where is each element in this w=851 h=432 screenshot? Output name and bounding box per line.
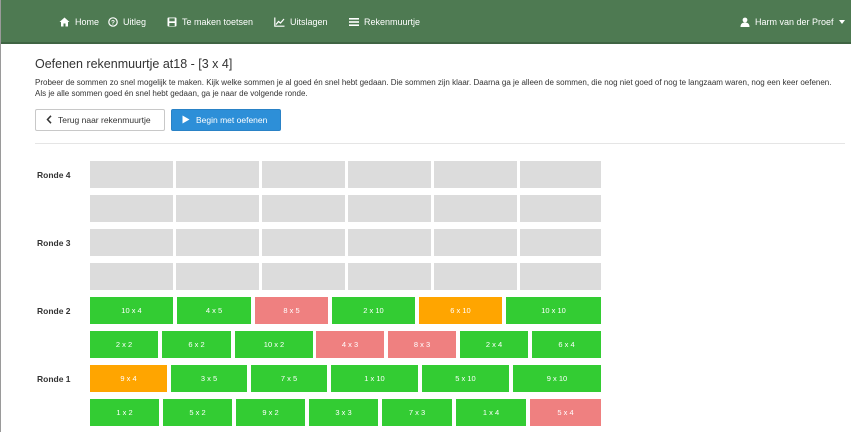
user-name: Harm van der Proef	[755, 17, 834, 27]
nav-uitleg[interactable]: ? Uitleg	[108, 13, 146, 31]
sum-cell[interactable]: 4 x 3	[316, 331, 384, 358]
sum-cell[interactable]: 9 x 2	[236, 399, 305, 426]
sum-cell[interactable]: 10 x 4	[90, 297, 173, 324]
start-button-label: Begin met oefenen	[196, 115, 268, 125]
back-button-label: Terug naar rekenmuurtje	[58, 115, 151, 125]
empty-cell	[434, 229, 517, 256]
sum-cell[interactable]: 7 x 5	[251, 365, 327, 392]
empty-cell	[262, 161, 345, 188]
nav-rekenmuurtje[interactable]: Rekenmuurtje	[349, 13, 420, 31]
empty-cell	[520, 161, 601, 188]
empty-cell	[348, 229, 431, 256]
sum-cell[interactable]: 1 x 10	[331, 365, 418, 392]
sum-cell[interactable]: 5 x 2	[163, 399, 232, 426]
sum-cell[interactable]: 2 x 4	[460, 331, 528, 358]
round-1-label: Ronde 1	[37, 374, 71, 384]
empty-cell	[176, 195, 259, 222]
nav-toetsen[interactable]: Te maken toetsen	[167, 13, 253, 31]
sum-cell[interactable]: 2 x 2	[90, 331, 158, 358]
sum-cell[interactable]: 3 x 3	[309, 399, 378, 426]
play-icon	[182, 115, 190, 126]
empty-cell	[262, 263, 345, 290]
back-to-rekenmuurtje-button[interactable]: Terug naar rekenmuurtje	[35, 109, 165, 131]
list-icon	[349, 17, 359, 27]
sum-cell[interactable]: 5 x 4	[530, 399, 601, 426]
sum-cell[interactable]: 1 x 4	[456, 399, 526, 426]
empty-cell	[520, 263, 601, 290]
empty-cell	[262, 229, 345, 256]
nav-uitleg-label: Uitleg	[123, 17, 147, 27]
round-2-label: Ronde 2	[37, 306, 71, 316]
home-icon	[59, 17, 70, 27]
sum-cell[interactable]: 10 x 2	[235, 331, 313, 358]
empty-cell	[90, 263, 173, 290]
nav-toetsen-label: Te maken toetsen	[182, 17, 254, 27]
nav-uitslagen[interactable]: Uitslagen	[274, 13, 328, 31]
empty-cell	[176, 161, 259, 188]
intro-text: Probeer de sommen zo snel mogelijk te ma…	[35, 78, 832, 98]
start-practice-button[interactable]: Begin met oefenen	[171, 109, 281, 131]
sum-cell[interactable]: 1 x 2	[90, 399, 159, 426]
sum-cell[interactable]: 10 x 10	[506, 297, 601, 324]
empty-cell	[348, 263, 431, 290]
divider	[35, 143, 845, 144]
question-circle-icon: ?	[108, 17, 118, 27]
sum-cell[interactable]: 6 x 10	[419, 297, 502, 324]
empty-cell	[90, 195, 173, 222]
empty-cell	[434, 161, 517, 188]
empty-cell	[434, 263, 517, 290]
sum-cell[interactable]: 9 x 10	[513, 365, 601, 392]
sum-cell[interactable]: 8 x 3	[388, 331, 456, 358]
chevron-left-icon	[46, 114, 52, 126]
empty-cell	[348, 195, 431, 222]
user-menu[interactable]: Harm van der Proef	[740, 13, 845, 31]
line-chart-icon	[274, 17, 285, 27]
nav-uitslagen-label: Uitslagen	[290, 17, 328, 27]
empty-cell	[520, 229, 601, 256]
user-icon	[740, 17, 750, 27]
sum-cell[interactable]: 6 x 2	[162, 331, 231, 358]
round-4-label: Ronde 4	[37, 170, 71, 180]
nav-home-label: Home	[75, 17, 100, 27]
round-3-label: Ronde 3	[37, 238, 71, 248]
empty-cell	[90, 161, 173, 188]
empty-cell	[520, 195, 601, 222]
nav-rekenmuurtje-label: Rekenmuurtje	[364, 17, 421, 27]
nav-home[interactable]: Home	[59, 13, 99, 31]
sum-cell[interactable]: 2 x 10	[332, 297, 415, 324]
page-title: Oefenen rekenmuurtje at18 - [3 x 4]	[35, 57, 233, 71]
empty-cell	[176, 263, 259, 290]
svg-text:?: ?	[111, 20, 115, 27]
sum-cell[interactable]: 9 x 4	[90, 365, 167, 392]
sum-cell[interactable]: 8 x 5	[255, 297, 328, 324]
empty-cell	[262, 195, 345, 222]
sum-cell[interactable]: 3 x 5	[171, 365, 247, 392]
caret-down-icon	[838, 20, 845, 24]
sum-cell[interactable]: 6 x 4	[532, 331, 601, 358]
empty-cell	[348, 161, 431, 188]
save-icon	[167, 17, 177, 27]
sum-cell[interactable]: 7 x 3	[382, 399, 452, 426]
empty-cell	[434, 195, 517, 222]
sum-cell[interactable]: 5 x 10	[422, 365, 509, 392]
sum-cell[interactable]: 4 x 5	[177, 297, 251, 324]
empty-cell	[176, 229, 259, 256]
top-navbar: Home ? Uitleg Te maken toetsen Uitslagen…	[1, 0, 851, 44]
empty-cell	[90, 229, 173, 256]
